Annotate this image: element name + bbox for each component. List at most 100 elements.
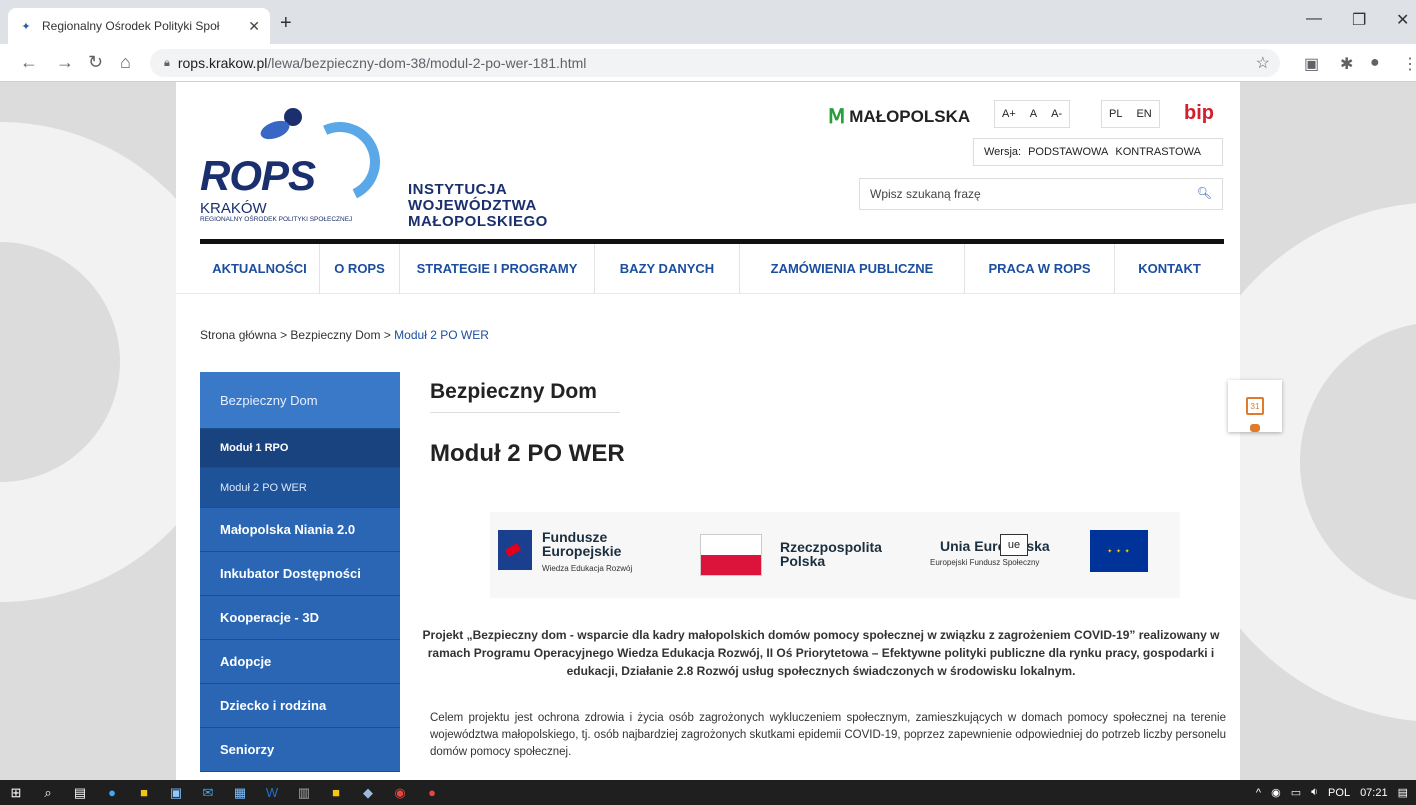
rops-logo[interactable]: ROPS KRAKÓW REGIONALNY OŚRODEK POLITYKI …: [200, 102, 547, 230]
profile-icon[interactable]: ●: [1370, 54, 1380, 72]
sidebar-item-bezpieczny-dom[interactable]: Bezpieczny Dom: [200, 372, 400, 429]
fe-line: Europejskie: [542, 543, 622, 559]
breadcrumb-separator: >: [280, 328, 288, 342]
lang-en-button[interactable]: EN: [1129, 108, 1158, 120]
calendar-icon: 31: [1246, 397, 1264, 415]
task-view-icon[interactable]: ▤: [64, 780, 96, 805]
site-favicon-icon: ✦: [21, 20, 31, 33]
tray-chevron-icon[interactable]: ^: [1256, 787, 1261, 799]
search-icon[interactable]: ⌕: [32, 780, 64, 805]
font-decrease-button[interactable]: A-: [1044, 108, 1069, 120]
institution-line: MAŁOPOLSKIEGO: [408, 213, 548, 230]
divider: [430, 412, 620, 413]
back-icon[interactable]: ←: [20, 52, 38, 73]
malopolska-link[interactable]: Ⅿ MAŁOPOLSKA: [828, 104, 970, 129]
nav-item-zamowienia[interactable]: ZAMÓWIENIA PUBLICZNE: [740, 244, 965, 293]
clock[interactable]: 07:21: [1360, 787, 1388, 799]
divider: [176, 293, 1240, 294]
version-basic-button[interactable]: PODSTAWOWA: [1028, 146, 1108, 158]
section-heading: Bezpieczny Dom: [430, 380, 597, 403]
input-language[interactable]: POL: [1328, 787, 1350, 799]
bookmark-star-icon[interactable]: ☆: [1256, 53, 1270, 73]
polish-flag-icon: [700, 534, 762, 576]
sticky-notes-icon[interactable]: ■: [320, 780, 352, 805]
url-bar[interactable]: 🔒︎ rops.krakow.pl /lewa/bezpieczny-dom-3…: [150, 49, 1280, 77]
bip-link[interactable]: bip: [1184, 102, 1214, 125]
nav-item-bazy-danych[interactable]: BAZY DANYCH: [595, 244, 740, 293]
font-normal-button[interactable]: A: [1023, 108, 1044, 120]
forward-icon[interactable]: →: [56, 52, 74, 73]
lock-icon: 🔒︎: [164, 56, 170, 69]
breadcrumb: Strona główna > Bezpieczny Dom > Moduł 2…: [200, 328, 489, 342]
version-label: Wersja:: [984, 146, 1022, 158]
logo-mark: [258, 117, 292, 143]
search-input[interactable]: Wpisz szukaną frazę 🔍︎: [859, 178, 1223, 210]
edge-icon[interactable]: ●: [96, 780, 128, 805]
tab-close-icon[interactable]: ✕: [248, 18, 260, 35]
mail-icon[interactable]: ✉: [192, 780, 224, 805]
url-host: rops.krakow.pl: [177, 55, 268, 71]
sidebar-item-dziecko[interactable]: Dziecko i rodzina: [200, 684, 400, 728]
sidebar-item-kooperacje[interactable]: Kooperacje - 3D: [200, 596, 400, 640]
version-contrast-button[interactable]: KONTRASTOWA: [1115, 146, 1201, 158]
sidebar-item-inkubator[interactable]: Inkubator Dostępności: [200, 552, 400, 596]
new-tab-button[interactable]: +: [280, 12, 292, 35]
windows-taskbar: ⊞ ⌕ ▤ ● ■ ▣ ✉ ▦ W ▥ ■ ◆ ◉ ● ^ ◉ ▭ 🔉︎ POL…: [0, 780, 1416, 805]
tray-network-icon[interactable]: ▭: [1291, 786, 1301, 799]
calculator-icon[interactable]: ▥: [288, 780, 320, 805]
eu-logo-text: Unia Europejska: [940, 538, 1050, 554]
font-increase-button[interactable]: A+: [995, 108, 1023, 120]
app-icon[interactable]: ◆: [352, 780, 384, 805]
pl-logo-text: Rzeczpospolita Polska: [780, 540, 882, 568]
file-explorer-icon[interactable]: ■: [128, 780, 160, 805]
logo-subtitle: REGIONALNY OŚRODEK POLITYKI SPOŁECZNEJ: [200, 216, 353, 223]
breadcrumb-current: Moduł 2 PO WER: [394, 328, 489, 342]
malopolska-label: MAŁOPOLSKA: [849, 106, 971, 126]
nav-item-o-rops[interactable]: O ROPS: [320, 244, 400, 293]
fe-logo-text: Fundusze Europejskie: [542, 530, 621, 558]
chrome-icon[interactable]: ◉: [384, 780, 416, 805]
start-icon[interactable]: ⊞: [0, 780, 32, 805]
breadcrumb-home[interactable]: Strona główna: [200, 328, 277, 342]
notifications-icon[interactable]: ▤: [1398, 786, 1408, 799]
window-close-icon[interactable]: ✕: [1396, 10, 1409, 30]
tray-app-icon[interactable]: ◉: [1271, 786, 1281, 799]
sidebar-subitem-modul-1[interactable]: Moduł 1 RPO: [200, 429, 400, 468]
minimize-icon[interactable]: —: [1306, 10, 1322, 28]
system-tray: ^ ◉ ▭ 🔉︎ POL 07:21 ▤: [1246, 780, 1408, 805]
nav-item-strategie[interactable]: STRATEGIE I PROGRAMY: [400, 244, 595, 293]
fe-line: Fundusze: [542, 529, 608, 545]
sidebar-subitem-modul-2[interactable]: Moduł 2 PO WER: [200, 468, 400, 508]
restore-icon[interactable]: ❐: [1352, 10, 1366, 30]
nav-item-praca[interactable]: PRACA W ROPS: [965, 244, 1115, 293]
app-icon[interactable]: ●: [416, 780, 448, 805]
store-icon[interactable]: ▣: [160, 780, 192, 805]
home-icon[interactable]: ⌂: [120, 52, 131, 73]
widget-handle[interactable]: [1250, 424, 1260, 432]
eu-logo-sub: Europejski Fundusz Społeczny: [930, 558, 1040, 567]
sidebar-item-seniorzy[interactable]: Seniorzy: [200, 728, 400, 772]
browser-tab[interactable]: ✦ Regionalny Ośrodek Polityki Społ ✕: [8, 8, 270, 44]
page-container: ROPS KRAKÓW REGIONALNY OŚRODEK POLITYKI …: [176, 82, 1240, 780]
extensions-icon[interactable]: ✱: [1340, 54, 1353, 74]
save-icon[interactable]: ▦: [224, 780, 256, 805]
menu-icon[interactable]: ⋮: [1402, 54, 1416, 74]
search-icon[interactable]: 🔍︎: [1197, 186, 1212, 200]
page-title: Moduł 2 PO WER: [430, 440, 625, 467]
language-switcher: PL EN: [1101, 100, 1160, 128]
sidebar-item-niania[interactable]: Małopolska Niania 2.0: [200, 508, 400, 552]
institution-label: INSTYTUCJA WOJEWÓDZTWA MAŁOPOLSKIEGO: [408, 182, 548, 230]
nav-item-kontakt[interactable]: KONTAKT: [1115, 244, 1224, 293]
reload-icon[interactable]: ↻: [88, 52, 103, 73]
breadcrumb-parent[interactable]: Bezpieczny Dom: [290, 328, 380, 342]
pl-line: Polska: [780, 553, 826, 569]
fundusze-europejskie-logo-icon: [498, 530, 532, 570]
word-icon[interactable]: W: [256, 780, 288, 805]
volume-icon[interactable]: 🔉︎: [1311, 786, 1318, 799]
url-path: /lewa/bezpieczny-dom-38/modul-2-po-wer-1…: [267, 55, 587, 71]
sidebar-item-adopcje[interactable]: Adopcje: [200, 640, 400, 684]
pdf-extension-icon[interactable]: ▣: [1304, 54, 1319, 74]
nav-item-aktualnosci[interactable]: AKTUALNOŚCI: [200, 244, 320, 293]
malopolska-logo-icon: Ⅿ: [828, 106, 846, 128]
lang-pl-button[interactable]: PL: [1102, 108, 1129, 120]
